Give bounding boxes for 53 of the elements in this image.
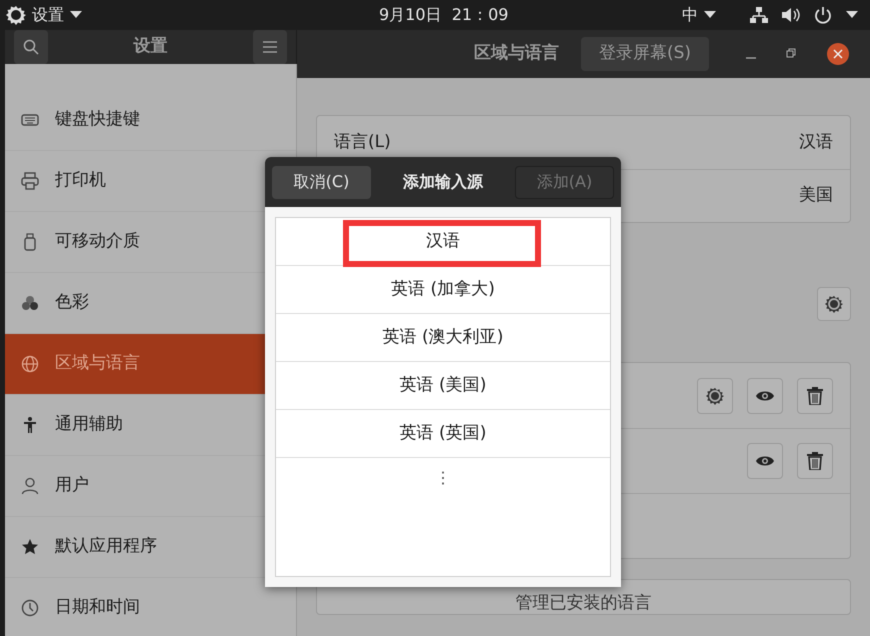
remove-button[interactable] xyxy=(797,443,833,479)
language-list-item[interactable]: 英语 (澳大利亚) xyxy=(276,314,610,362)
color-circles-icon xyxy=(21,294,39,312)
dropdown-arrow-icon xyxy=(70,11,82,19)
preview-button[interactable] xyxy=(747,443,783,479)
eye-icon xyxy=(756,455,774,467)
globe-icon xyxy=(21,355,39,373)
trash-icon xyxy=(807,452,823,470)
person-icon xyxy=(21,416,39,434)
add-button: 添加(A) xyxy=(515,166,614,198)
row-label: 语言(L) xyxy=(334,130,391,154)
search-icon xyxy=(23,39,39,55)
clock-icon xyxy=(21,599,39,617)
dropdown-arrow-icon xyxy=(846,11,858,19)
search-button[interactable] xyxy=(14,30,48,64)
volume-icon[interactable] xyxy=(782,7,800,23)
app-menu-label[interactable]: 设置 xyxy=(32,3,64,27)
row-value[interactable]: 汉语 xyxy=(799,130,833,156)
preview-button[interactable] xyxy=(747,378,783,414)
menu-button[interactable] xyxy=(253,30,287,64)
row-value[interactable]: 美国 xyxy=(799,183,833,209)
app-menu[interactable]: 设置 xyxy=(6,3,336,27)
network-icon[interactable] xyxy=(750,7,768,23)
eye-icon xyxy=(756,390,774,402)
language-list-item[interactable]: 英语 (英国) xyxy=(276,410,610,458)
trash-icon xyxy=(807,386,823,404)
language-list-item[interactable]: 英语 (美国) xyxy=(276,362,610,410)
language-list-item[interactable]: 英语 (加拿大) xyxy=(276,266,610,314)
more-items-indicator[interactable]: ⋮ xyxy=(435,466,451,490)
restore-icon[interactable] xyxy=(785,48,798,60)
remove-button[interactable] xyxy=(797,378,833,414)
close-icon xyxy=(833,49,844,59)
printer-icon xyxy=(21,172,39,190)
language-list-item[interactable]: 汉语 xyxy=(276,218,610,266)
power-icon[interactable] xyxy=(814,6,832,24)
login-screen-button[interactable]: 登录屏幕(S) xyxy=(581,37,710,71)
settings-icon xyxy=(706,386,724,404)
settings-button[interactable] xyxy=(697,378,733,414)
close-button[interactable] xyxy=(827,43,850,65)
menu-icon xyxy=(263,41,277,53)
gear-icon xyxy=(6,5,26,25)
sidebar-item[interactable]: 键盘快捷键 xyxy=(5,90,296,151)
clock[interactable]: 9月10日 21：09 xyxy=(379,5,508,24)
user-icon xyxy=(21,477,39,495)
dropdown-arrow-icon xyxy=(704,11,716,19)
dialog-title: 添加输入源 xyxy=(402,171,484,193)
settings-button[interactable] xyxy=(817,287,851,321)
star-icon xyxy=(21,538,39,556)
sidebar-title: 设置 xyxy=(134,35,168,58)
cancel-button[interactable]: 取消(C) xyxy=(272,166,371,198)
input-method-indicator[interactable]: 中 xyxy=(682,3,698,27)
settings-icon xyxy=(825,295,843,313)
page-title: 区域与语言 xyxy=(474,42,559,66)
